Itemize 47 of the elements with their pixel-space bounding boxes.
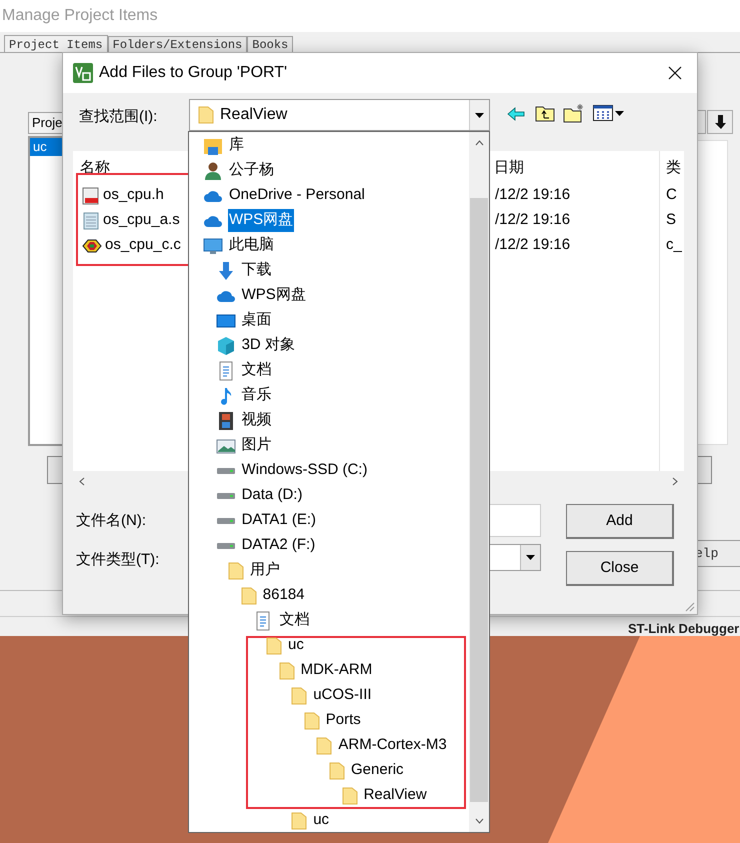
item-label: Ports xyxy=(324,710,362,730)
file-type: C xyxy=(666,185,677,205)
look-in-value: RealView xyxy=(220,105,288,125)
item-label: 图片 xyxy=(240,435,273,456)
item-label: DATA2 (F:) xyxy=(240,535,316,556)
item-label: uc xyxy=(312,810,330,830)
item-label: 公子杨 xyxy=(228,160,275,180)
item-label: uc xyxy=(287,635,305,656)
item-label: 桌面 xyxy=(240,310,273,330)
file-type: S xyxy=(666,210,676,230)
column-header: 日期 xyxy=(494,158,524,178)
file-name: os_cpu_a.s xyxy=(103,210,180,230)
look-in-label: 查找范围(I): xyxy=(79,107,158,127)
item-label: WPS网盘 xyxy=(240,285,307,306)
item-label: 音乐 xyxy=(240,385,273,406)
item-label: Windows-SSD (C:) xyxy=(240,460,368,480)
item-label: 文档 xyxy=(278,610,310,630)
file-name: os_cpu_c.c xyxy=(105,235,181,256)
item-label: 文档 xyxy=(240,360,273,380)
item-label: 库 xyxy=(228,135,245,156)
file-type: c_ xyxy=(666,235,682,255)
item-label: Data (D:) xyxy=(240,485,304,506)
item-label: 下载 xyxy=(240,260,273,280)
item-label: Generic xyxy=(350,760,405,780)
dialog-title: Add Files to Group 'PORT' xyxy=(99,63,288,83)
item-label: 此电脑 xyxy=(228,235,275,256)
file-name-label: 文件名(N): xyxy=(76,511,146,531)
item-label: 86184 xyxy=(262,585,306,606)
item-label: ARM-Cortex-M3 xyxy=(337,735,448,756)
file-name: os_cpu.h xyxy=(103,185,164,206)
item-label: 用户 xyxy=(249,560,282,580)
item-label: WPS网盘 xyxy=(228,209,294,232)
column-header: 名称 xyxy=(80,158,110,178)
file-date: /12/2 19:16 xyxy=(495,235,570,255)
item-label: 3D 对象 xyxy=(240,335,296,356)
item-label: 视频 xyxy=(240,410,273,430)
item-label: uCOS-III xyxy=(312,685,373,706)
item-label: OneDrive - Personal xyxy=(228,185,366,206)
item-label: MDK-ARM xyxy=(300,660,374,680)
column-header: 类 xyxy=(666,158,681,178)
window-title: Manage Project Items xyxy=(2,6,158,26)
file-date: /12/2 19:16 xyxy=(495,210,570,230)
file-date: /12/2 19:16 xyxy=(495,185,570,205)
status-text: ST-Link Debugger xyxy=(628,620,740,638)
item-label: DATA1 (E:) xyxy=(240,510,318,530)
file-type-label: 文件类型(T): xyxy=(76,550,160,570)
item-label: RealView xyxy=(362,785,428,806)
